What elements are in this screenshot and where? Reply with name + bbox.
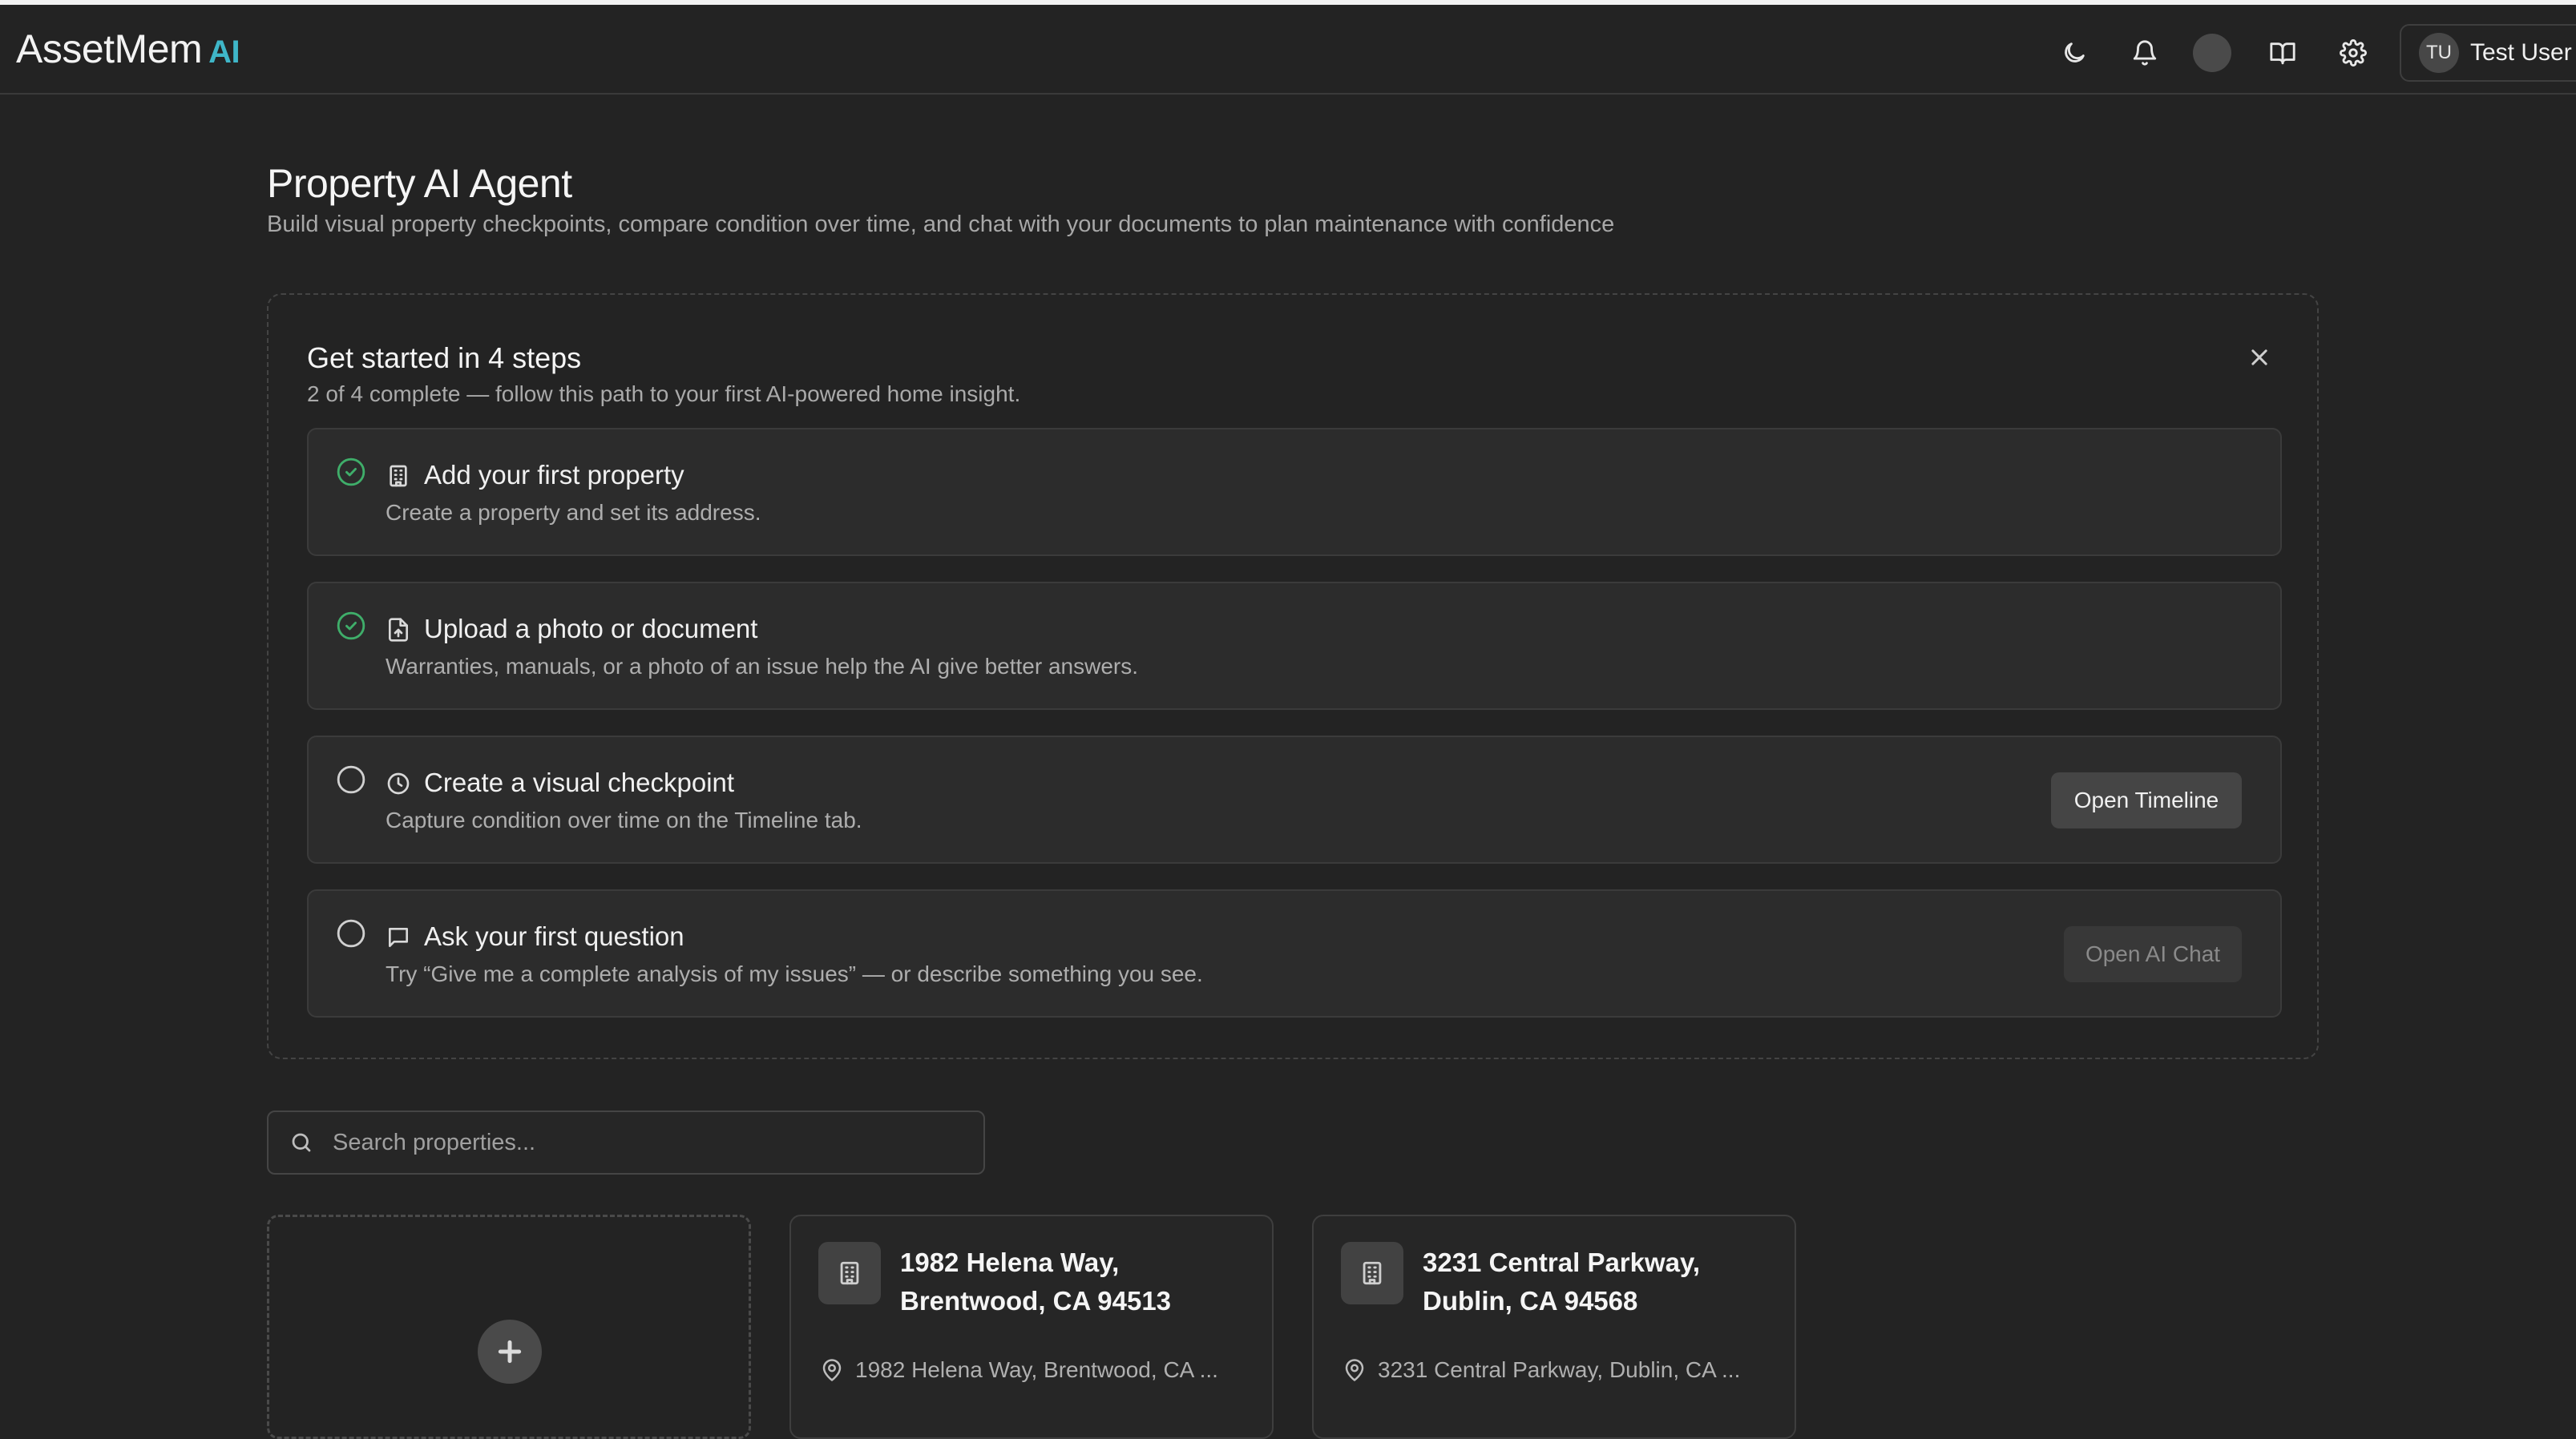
gear-icon <box>2340 39 2367 67</box>
close-icon <box>2251 349 2267 365</box>
building-icon <box>818 1242 881 1304</box>
open-ai-chat-button[interactable]: Open AI Chat <box>2064 926 2242 982</box>
top-navbar: AssetMem AI TU Test User <box>0 0 2576 95</box>
app-logo[interactable]: AssetMem AI <box>16 26 240 72</box>
step-description: Create a property and set its address. <box>386 500 761 525</box>
clock-icon <box>386 771 411 796</box>
status-indicator[interactable] <box>2193 34 2231 72</box>
page-title: Property AI Agent <box>267 161 572 206</box>
step-title: Ask your first question <box>424 921 684 951</box>
onboarding-step: Add your first property Create a propert… <box>307 428 2282 556</box>
book-icon <box>2270 42 2295 65</box>
avatar: TU <box>2419 33 2459 73</box>
property-name: 1982 Helena Way, Brentwood, CA 94513 <box>900 1248 1172 1316</box>
property-address: 1982 Helena Way, Brentwood, CA ... <box>820 1357 1253 1383</box>
step-description: Try “Give me a complete analysis of my i… <box>386 961 1203 986</box>
brand-suffix: AI <box>208 34 240 70</box>
map-pin-icon <box>822 1359 842 1381</box>
onboarding-step: Upload a photo or document Warranties, m… <box>307 582 2282 710</box>
user-menu-button[interactable]: TU Test User <box>2400 24 2576 82</box>
property-card[interactable]: 1982 Helena Way, Brentwood, CA 94513 198… <box>789 1215 1274 1439</box>
docs-button[interactable] <box>2260 30 2305 75</box>
search-icon <box>292 1133 311 1152</box>
chat-icon <box>386 925 411 950</box>
building-icon <box>1341 1242 1403 1304</box>
property-address-text: 1982 Helena Way, Brentwood, CA ... <box>855 1357 1218 1382</box>
property-address-text: 3231 Central Parkway, Dublin, CA ... <box>1378 1357 1741 1382</box>
check-circle-icon <box>336 457 366 487</box>
nav-actions <box>2052 30 2401 75</box>
open-timeline-button[interactable]: Open Timeline <box>2051 772 2242 828</box>
bell-icon <box>2133 40 2157 66</box>
empty-circle-icon <box>336 918 366 949</box>
add-property-card[interactable] <box>267 1215 751 1439</box>
onboarding-progress: 2 of 4 complete — follow this path to yo… <box>307 381 1021 406</box>
step-description: Capture condition over time on the Timel… <box>386 808 862 832</box>
check-circle-icon <box>336 611 366 641</box>
property-card[interactable]: 3231 Central Parkway, Dublin, CA 94568 3… <box>1312 1215 1796 1439</box>
search-input[interactable] <box>333 1129 958 1156</box>
onboarding-panel: Get started in 4 steps 2 of 4 complete —… <box>267 293 2319 1059</box>
close-onboarding-button[interactable] <box>2237 335 2282 380</box>
step-title: Create a visual checkpoint <box>424 768 735 797</box>
empty-circle-icon <box>336 764 366 795</box>
page-subtitle: Build visual property checkpoints, compa… <box>267 212 1615 237</box>
step-description: Warranties, manuals, or a photo of an is… <box>386 654 1139 679</box>
theme-toggle-button[interactable] <box>2052 30 2097 75</box>
step-title: Upload a photo or document <box>424 614 758 643</box>
moon-icon <box>2065 42 2085 62</box>
property-name: 3231 Central Parkway, Dublin, CA 94568 <box>1423 1248 1701 1316</box>
property-search <box>267 1110 985 1175</box>
notifications-button[interactable] <box>2122 30 2167 75</box>
building-icon <box>386 463 411 489</box>
map-pin-icon <box>1345 1359 1364 1381</box>
onboarding-step: Create a visual checkpoint Capture condi… <box>307 736 2282 864</box>
onboarding-step: Ask your first question Try “Give me a c… <box>307 889 2282 1018</box>
onboarding-title: Get started in 4 steps <box>307 341 582 374</box>
property-address: 3231 Central Parkway, Dublin, CA ... <box>1343 1357 1775 1383</box>
plus-icon <box>478 1320 542 1384</box>
file-upload-icon <box>386 617 411 643</box>
brand-name: AssetMem <box>16 26 203 71</box>
settings-button[interactable] <box>2331 30 2376 75</box>
user-name: Test User <box>2470 39 2572 66</box>
step-title: Add your first property <box>424 460 684 490</box>
